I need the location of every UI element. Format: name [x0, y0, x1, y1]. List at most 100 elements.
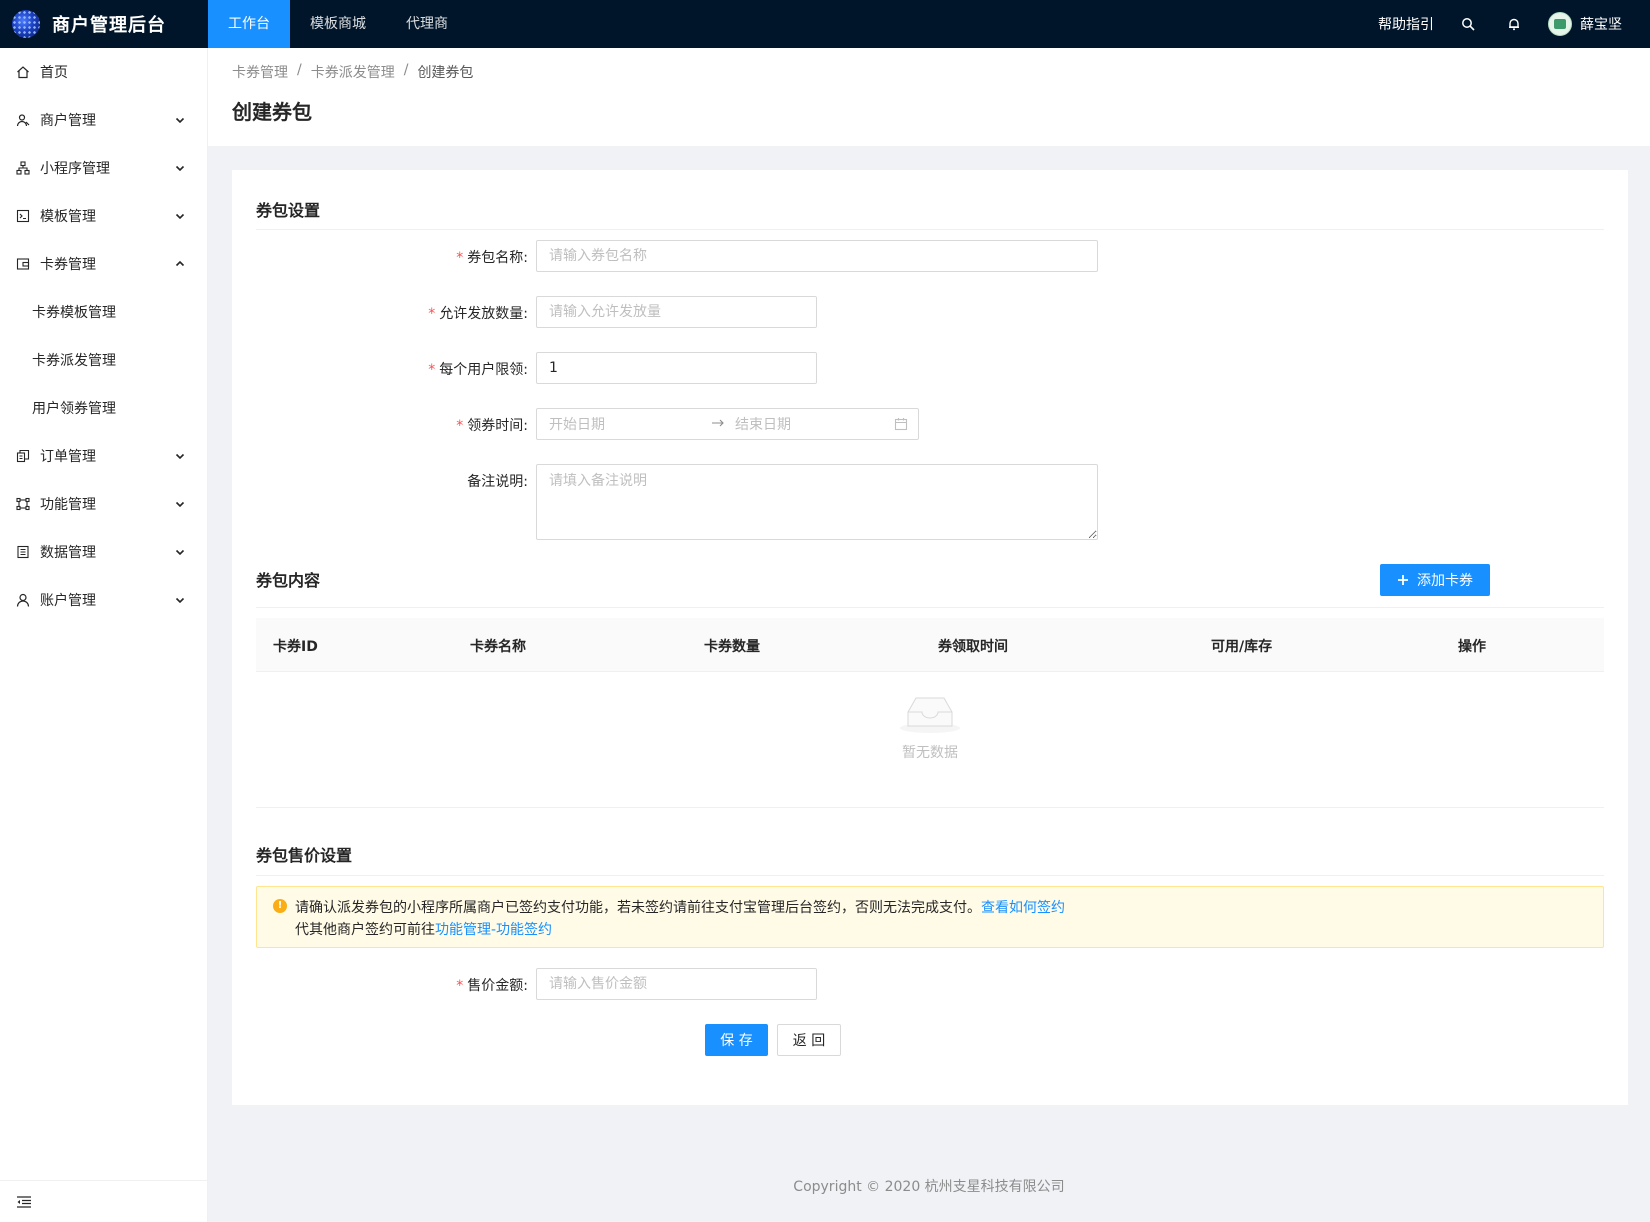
order-icon [16, 449, 30, 463]
per-user-limit-input[interactable] [536, 352, 817, 384]
home-icon [16, 65, 30, 79]
chevron-down-icon [175, 117, 185, 124]
sidebar-item-miniprogram[interactable]: 小程序管理 [0, 144, 207, 192]
chevron-up-icon [175, 260, 185, 267]
chevron-down-icon [175, 165, 185, 172]
username[interactable]: 薛宝坚 [1580, 14, 1622, 34]
sidebar-item-label: 商户管理 [40, 113, 96, 129]
template-icon [16, 209, 30, 223]
table-header-cell: 卡券ID [273, 639, 318, 655]
arrow-right-icon [711, 416, 725, 432]
form-label-price: * 售价金额: [456, 978, 528, 994]
sidebar-item-label: 订单管理 [40, 449, 96, 465]
sidebar-subitem-user-coupon[interactable]: 用户领券管理 [0, 384, 207, 432]
chevron-down-icon [175, 597, 185, 604]
page-title: 创建券包 [232, 100, 312, 124]
add-coupon-button[interactable]: 添加卡券 [1380, 564, 1490, 596]
end-date-input[interactable]: 结束日期 [735, 414, 791, 434]
section-title-content: 券包内容 [256, 571, 321, 590]
chevron-down-icon [175, 213, 185, 220]
sidebar-item-data[interactable]: 数据管理 [0, 528, 207, 576]
table-header-cell: 卡券数量 [704, 639, 760, 655]
sidebar: 首页 商户管理 小程序管理 模板管理 卡券管理 卡券模板管理 卡券派发管理 用户… [0, 48, 208, 1222]
table-header-cell: 券领取时间 [938, 639, 1008, 655]
table-header-cell: 可用/库存 [1211, 639, 1273, 655]
chevron-down-icon [175, 501, 185, 508]
divider [256, 607, 1604, 608]
sidebar-item-function[interactable]: 功能管理 [0, 480, 207, 528]
miniprogram-icon [16, 161, 30, 175]
empty-text: 暂无数据 [902, 745, 958, 761]
back-button[interactable]: 返 回 [777, 1024, 841, 1056]
table-empty-state: 暂无数据 [256, 672, 1604, 808]
sidebar-item-label: 卡券管理 [40, 257, 96, 273]
required-mark: * [456, 418, 464, 434]
logo-icon [12, 10, 40, 38]
form-label-limit: * 每个用户限领: [428, 362, 528, 378]
sidebar-item-label: 模板管理 [40, 209, 96, 225]
breadcrumb-current: 创建券包 [417, 65, 474, 81]
sidebar-item-order[interactable]: 订单管理 [0, 432, 207, 480]
sidebar-item-coupon[interactable]: 卡券管理 [0, 240, 207, 288]
quantity-input[interactable] [536, 296, 817, 328]
table-header-cell: 操作 [1458, 639, 1486, 655]
sidebar-item-label: 首页 [40, 65, 68, 81]
app-title: 商户管理后台 [52, 15, 166, 36]
avatar[interactable] [1548, 12, 1572, 36]
data-icon [16, 545, 30, 559]
logo[interactable]: 商户管理后台 [12, 0, 166, 48]
empty-inbox-icon [900, 697, 960, 733]
sidebar-item-label: 功能管理 [40, 497, 96, 513]
breadcrumb-item[interactable]: 卡券管理 [232, 62, 288, 82]
form-label-name: * 券包名称: [456, 250, 528, 266]
how-to-sign-link[interactable]: 查看如何签约 [981, 900, 1065, 916]
table-header-cell: 卡券名称 [470, 639, 526, 655]
required-mark: * [456, 250, 464, 266]
sidebar-item-label: 小程序管理 [40, 161, 110, 177]
section-title-settings: 券包设置 [256, 201, 321, 220]
section-title-price: 券包售价设置 [256, 846, 353, 865]
coupon-table-header: 卡券ID 卡券名称 卡券数量 券领取时间 可用/库存 操作 [256, 618, 1604, 672]
breadcrumb-separator: / [403, 62, 409, 78]
function-sign-link[interactable]: 功能管理-功能签约 [435, 922, 552, 938]
form-label-time: * 领券时间: [456, 418, 528, 434]
breadcrumb-separator: / [297, 62, 302, 78]
sidebar-item-home[interactable]: 首页 [0, 48, 207, 96]
bell-icon[interactable] [1502, 12, 1526, 36]
wallet-icon [16, 257, 30, 271]
remark-textarea[interactable] [536, 464, 1098, 540]
sidebar-item-label: 账户管理 [40, 593, 96, 609]
coupon-pack-name-input[interactable] [536, 240, 1098, 272]
start-date-input[interactable]: 开始日期 [549, 414, 605, 434]
form-label-remark: 备注说明: [467, 474, 528, 490]
payment-warning-alert: ! 请确认派发券包的小程序所属商户已签约支付功能，若未签约请前往支付宝管理后台签… [256, 886, 1604, 948]
help-link[interactable]: 帮助指引 [1378, 14, 1434, 34]
required-mark: * [428, 362, 436, 378]
sidebar-item-template[interactable]: 模板管理 [0, 192, 207, 240]
topnav-item-template-mall[interactable]: 模板商城 [290, 0, 386, 48]
copyright-footer: Copyright © 2020 杭州支星科技有限公司 [793, 1179, 1065, 1195]
form-card: 券包设置 *券包名称: *允许发放数量: *每个用户限领: *领券时间: 开始日… [232, 170, 1628, 1105]
topnav-item-workbench[interactable]: 工作台 [208, 0, 290, 48]
form-label-quantity: * 允许发放数量: [428, 306, 528, 322]
sidebar-item-label: 数据管理 [40, 545, 96, 561]
top-navbar: 商户管理后台 工作台 模板商城 代理商 帮助指引 薛宝坚 [0, 0, 1650, 48]
search-icon[interactable] [1456, 12, 1480, 36]
alert-message-line1: 请确认派发券包的小程序所属商户已签约支付功能，若未签约请前往支付宝管理后台签约，… [295, 900, 1065, 916]
page-header: 卡券管理 / 卡券派发管理 / 创建券包 创建券包 [208, 48, 1650, 146]
user-icon [16, 593, 30, 607]
topnav-item-agent[interactable]: 代理商 [386, 0, 468, 48]
date-range-picker[interactable]: 开始日期 结束日期 [536, 408, 919, 440]
save-button[interactable]: 保 存 [705, 1024, 768, 1056]
sidebar-subitem-coupon-distribution[interactable]: 卡券派发管理 [0, 336, 207, 384]
chevron-down-icon [175, 549, 185, 556]
calendar-icon [894, 417, 908, 435]
sidebar-item-account[interactable]: 账户管理 [0, 576, 207, 624]
price-input[interactable] [536, 968, 817, 1000]
sidebar-subitem-coupon-template[interactable]: 卡券模板管理 [0, 288, 207, 336]
add-coupon-label: 添加卡券 [1417, 573, 1473, 589]
sidebar-item-merchant[interactable]: 商户管理 [0, 96, 207, 144]
breadcrumb-item[interactable]: 卡券派发管理 [311, 62, 395, 82]
sidebar-collapse-button[interactable] [0, 1180, 207, 1222]
alert-message-line2: 代其他商户签约可前往功能管理-功能签约 [295, 922, 553, 938]
